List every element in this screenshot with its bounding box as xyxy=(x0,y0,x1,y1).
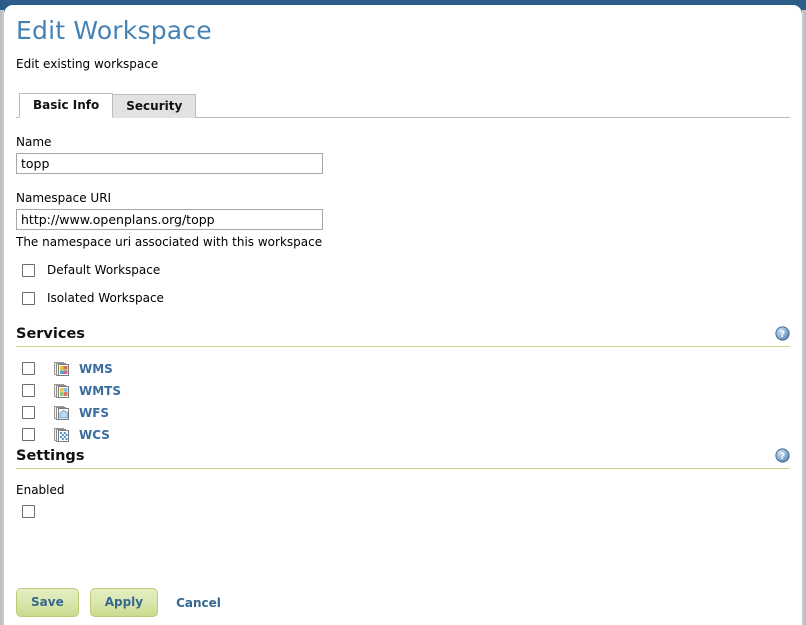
service-row[interactable]: WMS xyxy=(22,358,790,379)
default-workspace-row[interactable]: Default Workspace xyxy=(16,263,790,277)
apply-button[interactable]: Apply xyxy=(89,588,159,617)
tab-basic-info[interactable]: Basic Info xyxy=(19,93,114,118)
service-row[interactable]: WMTS xyxy=(22,380,790,401)
right-scrollbar-strip[interactable] xyxy=(802,10,806,625)
services-section-title: Services xyxy=(16,326,790,347)
cancel-link[interactable]: Cancel xyxy=(176,596,221,610)
service-row[interactable]: WFS xyxy=(22,402,790,423)
wmts-service-checkbox[interactable] xyxy=(22,384,35,397)
isolated-workspace-row[interactable]: Isolated Workspace xyxy=(16,291,790,305)
help-icon[interactable]: ? xyxy=(775,448,790,463)
name-input[interactable] xyxy=(16,153,323,174)
help-icon[interactable]: ? xyxy=(775,326,790,341)
wfs-service-checkbox[interactable] xyxy=(22,406,35,419)
svg-text:?: ? xyxy=(780,330,785,340)
name-field-block: Name xyxy=(16,135,790,174)
browser-viewport: Edit Workspace Edit existing workspace B… xyxy=(0,0,806,625)
namespace-uri-input[interactable] xyxy=(16,209,323,230)
services-section: Services ? WMS WMTS WFS WCS xyxy=(16,326,790,445)
wfs-service-icon xyxy=(54,405,70,421)
enabled-checkbox-wrap[interactable] xyxy=(16,504,790,518)
wcs-service-checkbox[interactable] xyxy=(22,428,35,441)
wmts-service-icon xyxy=(54,383,70,399)
name-label: Name xyxy=(16,135,52,149)
tab-security[interactable]: Security xyxy=(112,94,197,118)
tab-bar: Basic Info Security xyxy=(16,92,790,118)
wms-service-icon xyxy=(54,361,70,377)
service-link-wmts[interactable]: WMTS xyxy=(79,384,121,398)
isolated-workspace-label: Isolated Workspace xyxy=(47,291,164,305)
service-link-wcs[interactable]: WCS xyxy=(79,428,110,442)
service-link-wms[interactable]: WMS xyxy=(79,362,113,376)
namespace-uri-field-block: Namespace URI The namespace uri associat… xyxy=(16,191,790,249)
service-link-wfs[interactable]: WFS xyxy=(79,406,109,420)
content-panel: Edit Workspace Edit existing workspace B… xyxy=(4,5,802,625)
isolated-workspace-checkbox[interactable] xyxy=(22,291,35,305)
settings-section: Settings ? Enabled xyxy=(16,448,790,518)
page-subtitle: Edit existing workspace xyxy=(16,57,159,71)
default-workspace-checkbox[interactable] xyxy=(22,263,35,277)
settings-body: Enabled xyxy=(16,483,790,518)
namespace-uri-label: Namespace URI xyxy=(16,191,112,205)
wcs-service-icon xyxy=(54,427,70,443)
default-workspace-label: Default Workspace xyxy=(47,263,161,277)
namespace-uri-hint: The namespace uri associated with this w… xyxy=(16,235,323,249)
settings-section-title: Settings xyxy=(16,448,790,469)
save-button[interactable]: Save xyxy=(16,588,79,617)
action-button-bar: Save Apply Cancel xyxy=(16,588,221,617)
enabled-label: Enabled xyxy=(16,483,65,497)
page-title: Edit Workspace xyxy=(16,16,212,45)
svg-text:?: ? xyxy=(780,452,785,462)
enabled-checkbox[interactable] xyxy=(22,505,35,518)
services-list: WMS WMTS WFS WCS xyxy=(16,358,790,445)
wms-service-checkbox[interactable] xyxy=(22,362,35,375)
service-row[interactable]: WCS xyxy=(22,424,790,445)
